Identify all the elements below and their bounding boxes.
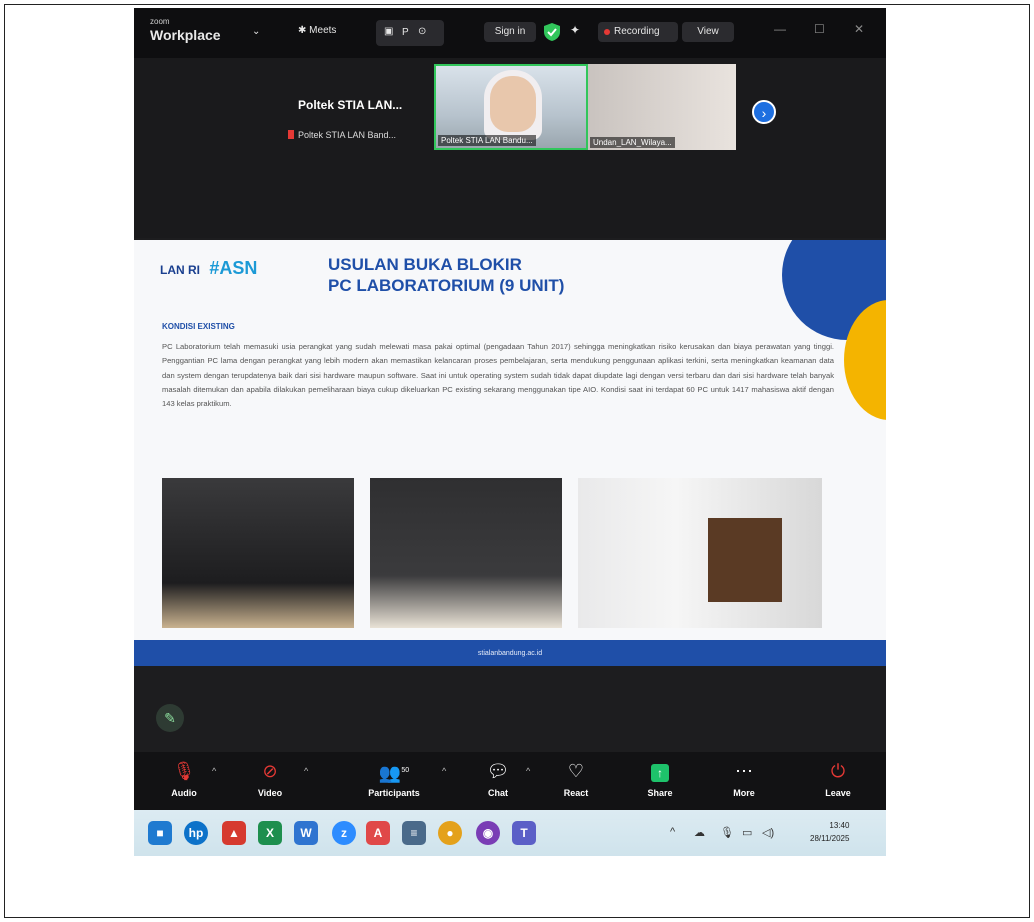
view-button[interactable]: View: [682, 22, 734, 42]
participant-strip: Poltek STIA LAN... Poltek STIA LAN Band.…: [134, 58, 886, 238]
meeting-tab[interactable]: ▣ P ⊙: [376, 20, 444, 46]
more-button[interactable]: ⋯ More: [704, 760, 784, 798]
app-brand: zoom Workplace: [150, 17, 221, 43]
ai-companion-icon[interactable]: ✎: [156, 704, 184, 732]
host-name: Poltek STIA LAN...: [298, 98, 403, 112]
react-button[interactable]: ♡ React: [536, 760, 616, 798]
slide-title-line1: USULAN BUKA BLOKIR: [328, 255, 522, 274]
share-icon: ↑: [651, 764, 669, 782]
clock-time: 13:40: [829, 821, 850, 830]
meets-tab[interactable]: ✱ Meets: [298, 25, 336, 36]
pdf-icon[interactable]: A: [366, 821, 390, 845]
host-label: Poltek STIA LAN Band...: [288, 130, 396, 140]
app-icon[interactable]: ▲: [222, 821, 246, 845]
hp-icon[interactable]: hp: [184, 821, 208, 845]
chevron-up-icon[interactable]: ^: [526, 766, 530, 776]
audio-label: Audio: [171, 788, 197, 798]
video-off-icon: ⊘: [262, 761, 278, 781]
participants-button[interactable]: 👥50 Participants: [354, 760, 434, 798]
video-tile-label: Poltek STIA LAN Bandu...: [438, 135, 536, 146]
video-label: Video: [257, 788, 283, 798]
heart-icon: ♡: [567, 761, 585, 781]
clock-date: 28/11/2025: [810, 834, 850, 843]
video-tile-label: Undan_LAN_Wilaya...: [590, 137, 675, 148]
participants-count: 50: [401, 767, 410, 774]
video-tile-active[interactable]: Poltek STIA LAN Bandu...: [434, 64, 588, 150]
chevron-right-icon: ›: [761, 105, 767, 121]
shield-icon[interactable]: [544, 23, 560, 41]
chevron-up-icon[interactable]: ^: [212, 766, 216, 776]
word-icon[interactable]: W: [294, 821, 318, 845]
volume-icon[interactable]: ◁): [762, 826, 774, 839]
paw-icon: ✱: [298, 25, 307, 36]
participants-label: Participants: [368, 788, 420, 798]
zoom-titlebar: zoom Workplace ⌄ ✱ Meets ▣ P ⊙ Sign in ✦…: [134, 8, 886, 58]
hashtag-logo: #ASN: [209, 258, 258, 278]
zoom-window: zoom Workplace ⌄ ✱ Meets ▣ P ⊙ Sign in ✦…: [134, 8, 886, 856]
more-options-icon[interactable]: ⊙: [418, 26, 426, 37]
share-button[interactable]: ↑ Share: [620, 760, 700, 798]
leave-icon: ⏻: [830, 761, 846, 781]
chevron-up-icon[interactable]: ^: [442, 766, 446, 776]
windows-taskbar: ■ hp ▲ X W z A ≡ ● ◉ T ^ ☁ 🎙︎ ▭ ◁) 13:40…: [134, 810, 886, 856]
zoom-icon[interactable]: z: [332, 821, 356, 845]
tray-chevron-icon[interactable]: ^: [670, 826, 675, 838]
photo-pc-label: [370, 478, 562, 628]
maximize-icon[interactable]: ☐: [814, 22, 825, 36]
browser-icon[interactable]: ◉: [476, 821, 500, 845]
sign-in-button[interactable]: Sign in: [484, 22, 536, 42]
mic-icon[interactable]: 🎙︎: [720, 826, 734, 839]
video-button[interactable]: ⊘ Video: [230, 760, 310, 798]
app-brand-small: zoom: [150, 17, 170, 26]
system-clock[interactable]: 13:40 28/11/2025: [810, 819, 849, 845]
more-icon: ⋯: [735, 761, 753, 781]
notepad-icon[interactable]: ≡: [402, 821, 426, 845]
close-icon[interactable]: ✕: [854, 22, 864, 36]
share-label: Share: [647, 788, 673, 798]
meeting-tab-label: P: [402, 27, 409, 38]
meets-tab-label: Meets: [309, 25, 337, 36]
teams-icon[interactable]: T: [512, 821, 536, 845]
slide-logo: LAN RI #ASN: [160, 258, 257, 279]
start-icon[interactable]: ■: [148, 821, 172, 845]
section-heading: KONDISI EXISTING: [162, 322, 235, 331]
react-label: React: [563, 788, 589, 798]
cloud-icon[interactable]: ☁: [694, 826, 705, 839]
slide-title-line2: PC LABORATORIUM (9 UNIT): [328, 276, 565, 295]
photo-room: [578, 478, 822, 628]
sparkle-icon[interactable]: ✦: [570, 23, 580, 37]
video-tile[interactable]: Undan_LAN_Wilaya...: [588, 64, 736, 150]
chat-label: Chat: [488, 788, 508, 798]
minimize-icon[interactable]: —: [774, 22, 786, 36]
more-label: More: [733, 788, 755, 798]
participant-face: [490, 76, 536, 132]
photo-monitor: [162, 478, 354, 628]
slide-paragraph: PC Laboratorium telah memasuki usia pera…: [162, 342, 834, 409]
shared-screen-slide: LAN RI #ASN USULAN BUKA BLOKIR PC LABORA…: [134, 240, 886, 666]
lan-logo-text: LAN RI: [160, 263, 200, 277]
monitor-icon: ▣: [384, 26, 394, 37]
next-page-button[interactable]: ›: [752, 100, 776, 124]
network-icon[interactable]: ▭: [742, 826, 752, 839]
leave-button[interactable]: ⏻ Leave: [798, 760, 878, 798]
app-brand-name: Workplace: [150, 27, 221, 43]
slide-footer-url: stialanbandung.ac.id: [477, 650, 543, 657]
meeting-toolbar: 🎙︎ Audio ^ ⊘ Video ^ 👥50 Participants ^ …: [134, 752, 886, 810]
chevron-up-icon[interactable]: ^: [304, 766, 308, 776]
chrome-icon[interactable]: ●: [438, 821, 462, 845]
chevron-down-icon[interactable]: ⌄: [252, 26, 260, 37]
photo-cabinet: [708, 518, 782, 602]
participants-icon: 👥50: [378, 763, 410, 783]
slide-title: USULAN BUKA BLOKIR PC LABORATORIUM (9 UN…: [328, 254, 564, 296]
excel-icon[interactable]: X: [258, 821, 282, 845]
recording-indicator[interactable]: Recording: [598, 22, 678, 42]
leave-label: Leave: [825, 788, 851, 798]
